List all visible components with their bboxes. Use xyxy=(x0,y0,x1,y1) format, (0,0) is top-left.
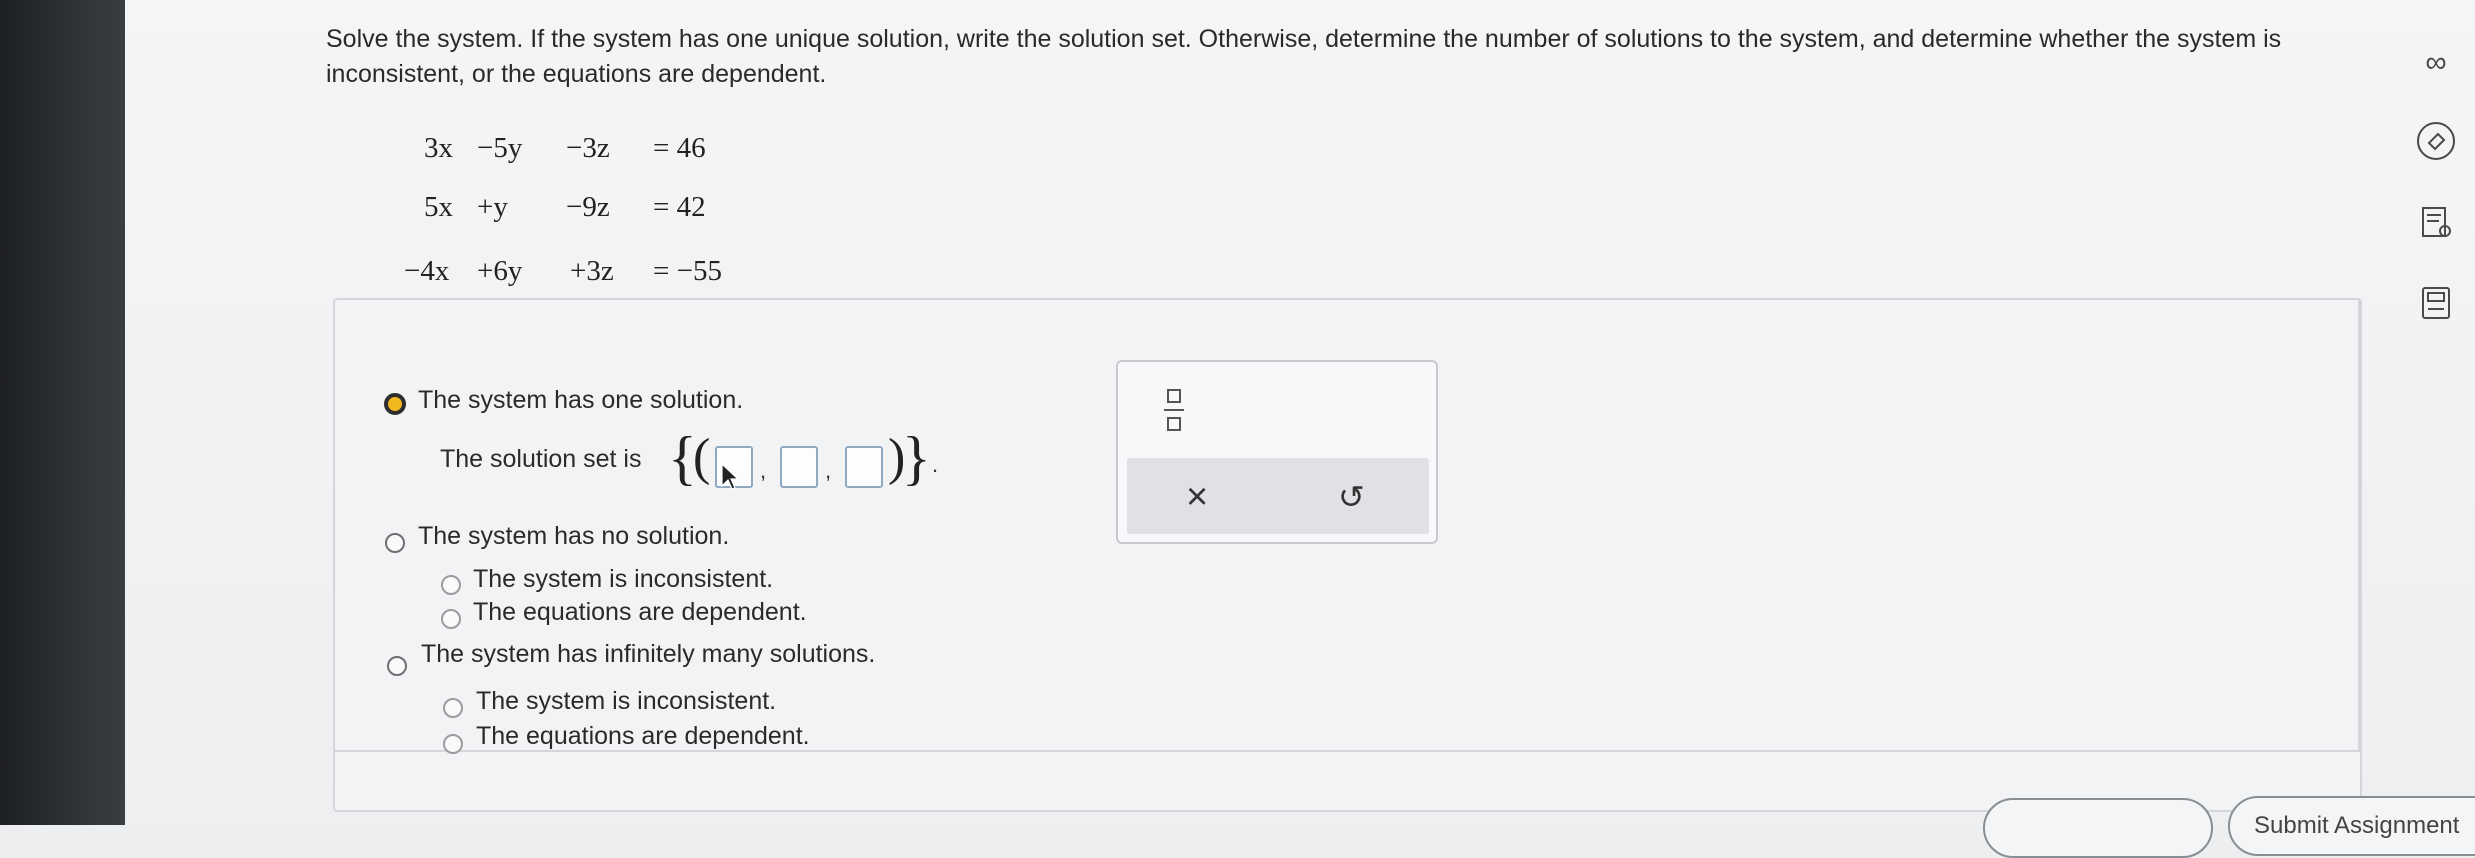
option-no-inconsistent-label: The system is inconsistent. xyxy=(473,565,774,593)
radio-infinite-solutions[interactable] xyxy=(387,656,407,676)
left-paren: ( xyxy=(693,429,711,486)
solution-z-input[interactable] xyxy=(845,446,883,488)
radio-infinite-dependent[interactable] xyxy=(443,734,463,754)
radio-no-solution-inconsistent[interactable] xyxy=(441,575,461,595)
option-infinite-label: The system has infinitely many solutions… xyxy=(421,640,876,668)
notes-icon[interactable] xyxy=(2413,200,2459,246)
option-no-solution-label: The system has no solution. xyxy=(418,522,730,550)
left-dark-edge xyxy=(0,0,125,825)
option-inf-dependent-label: The equations are dependent. xyxy=(476,722,810,750)
solution-set-label: The solution set is xyxy=(440,445,642,473)
eq-term-z: −3z xyxy=(566,132,610,164)
eq-term-y: −5y xyxy=(477,132,523,164)
clear-button[interactable]: × xyxy=(1186,476,1208,519)
eq-rhs: = 46 xyxy=(653,132,706,164)
eq-rhs: = −55 xyxy=(653,255,722,287)
eq-term-z: +3z xyxy=(570,255,614,287)
mouse-cursor-icon xyxy=(721,462,740,490)
radio-no-solution-dependent[interactable] xyxy=(441,609,461,629)
eq-term-z: −9z xyxy=(566,191,610,223)
period: . xyxy=(932,452,939,477)
undo-button[interactable]: ↺ xyxy=(1338,478,1365,516)
infinity-icon[interactable]: ∞ xyxy=(2413,40,2459,86)
fraction-tool-icon[interactable] xyxy=(1164,385,1186,437)
tag-icon[interactable] xyxy=(2413,118,2459,164)
palette-action-bar xyxy=(1127,458,1429,534)
submit-assignment-button[interactable]: Submit Assignment xyxy=(2228,796,2475,856)
radio-infinite-inconsistent[interactable] xyxy=(443,698,463,718)
comma-separator: , xyxy=(825,458,832,483)
radio-one-solution[interactable] xyxy=(384,393,406,415)
option-no-dependent-label: The equations are dependent. xyxy=(473,598,807,626)
calculator-icon[interactable] xyxy=(2413,280,2459,326)
secondary-bottom-button[interactable] xyxy=(1983,798,2213,858)
comma-separator: , xyxy=(760,458,767,483)
right-brace: } xyxy=(902,425,931,491)
eq-term-y: +y xyxy=(477,191,508,223)
eq-term-x: 5x xyxy=(424,191,453,223)
solution-set-line: The solution set is xyxy=(440,445,642,474)
solution-y-input[interactable] xyxy=(780,446,818,488)
eq-term-y: +6y xyxy=(477,255,523,287)
eq-rhs: = 42 xyxy=(653,191,706,223)
option-one-solution-label: The system has one solution. xyxy=(418,386,744,414)
question-prompt: Solve the system. If the system has one … xyxy=(326,25,2282,88)
radio-no-solution[interactable] xyxy=(385,533,405,553)
eq-term-x: 3x xyxy=(424,132,453,164)
eq-term-x: −4x xyxy=(404,255,450,287)
option-inf-inconsistent-label: The system is inconsistent. xyxy=(476,687,777,715)
